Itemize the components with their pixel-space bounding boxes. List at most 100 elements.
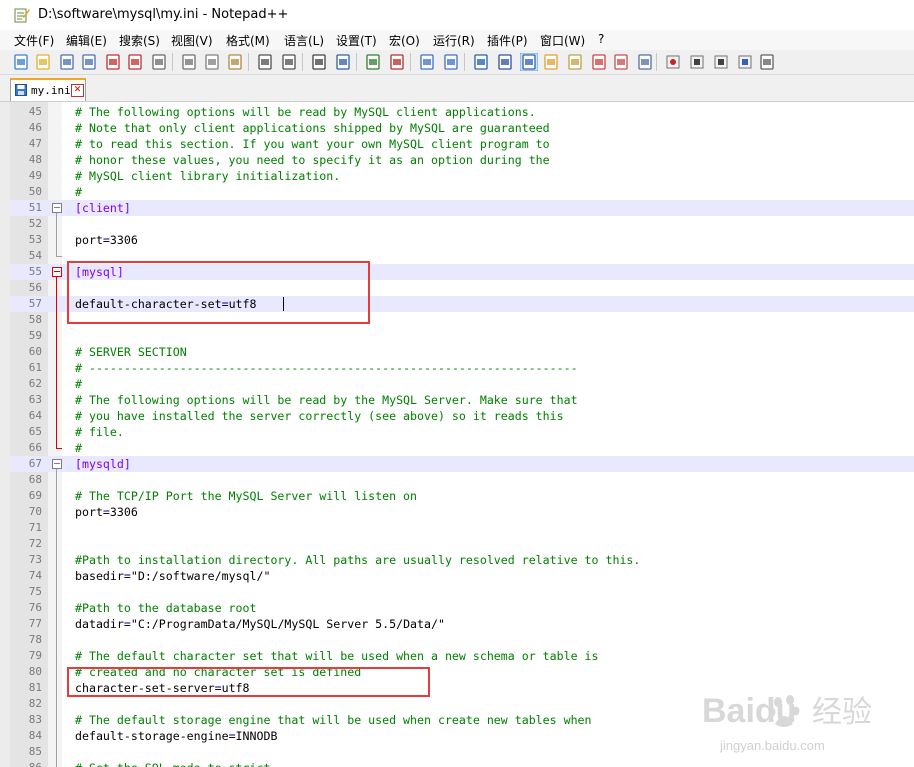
- close-tab-icon[interactable]: ✕: [71, 84, 84, 97]
- menu-item-4[interactable]: 格式(M): [226, 32, 270, 49]
- editor-line[interactable]: 51 [client]: [10, 200, 914, 216]
- line-code: #Path to installation directory. All pat…: [75, 553, 641, 567]
- play-macro-icon[interactable]: [712, 53, 730, 71]
- line-code: # Set the SQL mode to strict: [75, 760, 270, 767]
- line-code: # --------------------------------------…: [75, 361, 578, 375]
- document-map-icon[interactable]: [566, 53, 584, 71]
- save-icon[interactable]: [58, 53, 76, 71]
- save-all-icon[interactable]: [80, 53, 98, 71]
- menu-item-1[interactable]: 编辑(E): [66, 32, 107, 49]
- word-wrap-icon[interactable]: [472, 53, 490, 71]
- menu-item-9[interactable]: 插件(P): [487, 32, 528, 49]
- editor-line[interactable]: 86 # Set the SQL mode to strict: [10, 760, 914, 767]
- copy-icon[interactable]: [203, 53, 221, 71]
- line-code: #: [75, 377, 82, 391]
- editor-line[interactable]: 78: [10, 632, 914, 648]
- editor-line[interactable]: 71: [10, 520, 914, 536]
- run-macro-multiple-icon[interactable]: [736, 53, 754, 71]
- editor-line[interactable]: 73 #Path to installation directory. All p…: [10, 552, 914, 568]
- editor-line[interactable]: 69 # The TCP/IP Port the MySQL Server wil…: [10, 488, 914, 504]
- zoom-in-icon[interactable]: [364, 53, 382, 71]
- editor-line[interactable]: 66 #: [10, 440, 914, 456]
- new-file-icon[interactable]: [12, 53, 30, 71]
- editor-line[interactable]: 60 # SERVER SECTION: [10, 344, 914, 360]
- editor-line[interactable]: 68: [10, 472, 914, 488]
- paste-icon[interactable]: [226, 53, 244, 71]
- menu-item-8[interactable]: 运行(R): [433, 32, 475, 49]
- line-number: 78: [28, 633, 42, 646]
- monitoring-icon[interactable]: [636, 53, 654, 71]
- editor-line[interactable]: 72: [10, 536, 914, 552]
- line-code: # The following options will be read by …: [75, 105, 536, 119]
- toolbar-separator: [410, 53, 411, 71]
- line-number: 86: [10, 760, 42, 767]
- side-panel-edge: [0, 75, 10, 767]
- line-code: basedir="D:/software/mysql/": [75, 569, 271, 583]
- stop-record-icon[interactable]: [688, 53, 706, 71]
- cut-icon[interactable]: [180, 53, 198, 71]
- zoom-out-icon[interactable]: [388, 53, 406, 71]
- editor-line[interactable]: 50 #: [10, 184, 914, 200]
- line-number: 85: [28, 745, 42, 758]
- record-macro-icon[interactable]: [664, 53, 682, 71]
- fold-toggle-icon[interactable]: [52, 459, 62, 469]
- editor-line[interactable]: 76 #Path to the database root: [10, 600, 914, 616]
- find-icon[interactable]: [310, 53, 328, 71]
- editor-line[interactable]: 49 # MySQL client library initialization.: [10, 168, 914, 184]
- editor-line[interactable]: 77 datadir="C:/ProgramData/MySQL/MySQL Se…: [10, 616, 914, 632]
- menu-item-0[interactable]: 文件(F): [14, 32, 54, 49]
- editor-line[interactable]: 63 # The following options will be read b…: [10, 392, 914, 408]
- undo-icon[interactable]: [256, 53, 274, 71]
- editor-line[interactable]: 64 # you have installed the server correc…: [10, 408, 914, 424]
- tab-my-ini[interactable]: my.ini ✕: [10, 78, 86, 101]
- menu-item-2[interactable]: 搜索(S): [119, 32, 160, 49]
- editor-line[interactable]: 65 # file.: [10, 424, 914, 440]
- editor-line[interactable]: 48 # honor these values, you need to spec…: [10, 152, 914, 168]
- line-number: 84: [28, 729, 42, 742]
- editor-line[interactable]: 46 # Note that only client applications s…: [10, 120, 914, 136]
- redo-icon[interactable]: [280, 53, 298, 71]
- menu-item-3[interactable]: 视图(V): [171, 32, 213, 49]
- line-code: port=3306: [75, 233, 138, 247]
- close-icon[interactable]: [104, 53, 122, 71]
- doc-switcher-icon[interactable]: [612, 53, 630, 71]
- editor-line[interactable]: 45 # The following options will be read b…: [10, 104, 914, 120]
- sync-vertical-icon[interactable]: [418, 53, 436, 71]
- line-number: 55: [28, 265, 42, 278]
- editor-line[interactable]: 52: [10, 216, 914, 232]
- editor-line[interactable]: 70 port=3306: [10, 504, 914, 520]
- line-number: 62: [28, 377, 42, 390]
- print-icon[interactable]: [150, 53, 168, 71]
- indent-guide-icon[interactable]: [520, 53, 538, 71]
- fold-guide-end: [56, 256, 62, 257]
- menu-item-11[interactable]: ?: [598, 32, 604, 46]
- fold-guide: [56, 469, 57, 767]
- function-list-icon[interactable]: [590, 53, 608, 71]
- fold-toggle-icon[interactable]: [52, 267, 62, 277]
- editor-line[interactable]: 53 port=3306: [10, 232, 914, 248]
- editor-line[interactable]: 62 #: [10, 376, 914, 392]
- line-code: # file.: [75, 425, 124, 439]
- editor-line[interactable]: 75: [10, 584, 914, 600]
- editor-line[interactable]: 79 # The default character set that will …: [10, 648, 914, 664]
- replace-icon[interactable]: [334, 53, 352, 71]
- editor-line[interactable]: 61 # ------------------------------------…: [10, 360, 914, 376]
- save-macro-icon[interactable]: [758, 53, 776, 71]
- menu-item-6[interactable]: 设置(T): [336, 32, 377, 49]
- line-number: 77: [28, 617, 42, 630]
- line-number: 60: [28, 345, 42, 358]
- menu-item-10[interactable]: 窗口(W): [540, 32, 585, 49]
- menu-item-7[interactable]: 宏(O): [389, 32, 420, 49]
- menu-item-5[interactable]: 语言(L): [284, 32, 324, 49]
- editor-line[interactable]: 59: [10, 328, 914, 344]
- sync-horizontal-icon[interactable]: [442, 53, 460, 71]
- close-all-icon[interactable]: [126, 53, 144, 71]
- editor-line[interactable]: 74 basedir="D:/software/mysql/": [10, 568, 914, 584]
- fold-toggle-icon[interactable]: [52, 203, 62, 213]
- editor-line[interactable]: 67 [mysqld]: [10, 456, 914, 472]
- show-all-chars-icon[interactable]: [496, 53, 514, 71]
- folder-as-workspace-icon[interactable]: [542, 53, 560, 71]
- line-number: 56: [28, 281, 42, 294]
- editor-line[interactable]: 47 # to read this section. If you want yo…: [10, 136, 914, 152]
- open-file-icon[interactable]: [34, 53, 52, 71]
